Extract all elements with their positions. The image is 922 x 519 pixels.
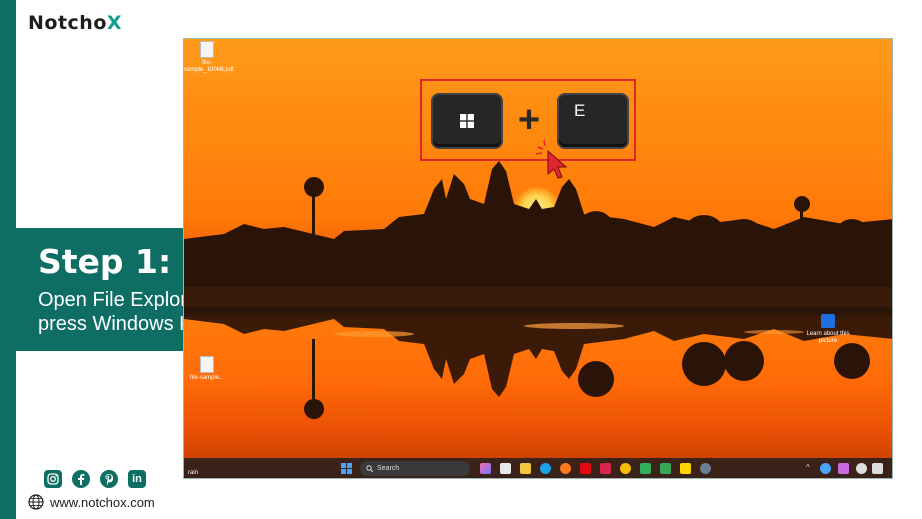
chevron-up-icon[interactable]: ^	[806, 463, 810, 472]
desktop-icon-label: file-sample_100kB.pdf	[184, 60, 234, 73]
search-placeholder: Search	[377, 465, 400, 472]
search-icon	[366, 465, 373, 472]
instagram-icon[interactable]	[44, 470, 62, 488]
volume-icon[interactable]	[872, 463, 883, 474]
netflix-icon[interactable]	[580, 463, 591, 474]
plus-sign: +	[517, 99, 541, 141]
weather-label: rain	[188, 470, 199, 476]
copilot-icon[interactable]	[480, 463, 491, 474]
logo-suffix: X	[106, 12, 123, 34]
microphone-icon[interactable]	[838, 463, 849, 474]
windows-key	[433, 95, 501, 147]
settings-icon[interactable]	[700, 463, 711, 474]
e-key-label: E	[574, 101, 586, 120]
taskbar: Search ^	[184, 458, 892, 478]
chrome-icon[interactable]	[620, 463, 631, 474]
onedrive-icon[interactable]	[820, 463, 831, 474]
logo-prefix: Notcho	[28, 12, 107, 34]
instagram-app-icon[interactable]	[600, 463, 611, 474]
desktop-icon-file[interactable]: file-sample...	[184, 356, 230, 382]
pinterest-icon[interactable]	[100, 470, 118, 488]
desktop-icon-label: file-sample...	[189, 375, 224, 381]
website-link[interactable]: www.notchox.com	[28, 494, 155, 510]
learn-label: Learn about this picture	[806, 331, 850, 344]
desktop-icon-pdf[interactable]: file-sample_100kB.pdf	[184, 41, 234, 74]
sticky-notes-icon[interactable]	[680, 463, 691, 474]
step-title: Step 1:	[38, 242, 172, 281]
wifi-icon[interactable]	[856, 463, 867, 474]
windows-logo-icon	[460, 114, 474, 128]
edge-icon[interactable]	[540, 463, 551, 474]
notchox-logo: NotchoX	[28, 12, 122, 34]
learn-about-picture-icon[interactable]: Learn about this picture	[800, 314, 856, 345]
taskbar-search[interactable]: Search	[360, 461, 470, 476]
store-icon[interactable]	[500, 463, 511, 474]
linkedin-label: in	[132, 473, 142, 485]
social-links: in	[44, 470, 146, 488]
xbox-icon[interactable]	[640, 463, 651, 474]
pdf-file-icon	[200, 41, 214, 58]
info-icon	[821, 314, 835, 328]
app-icon[interactable]	[660, 463, 671, 474]
cursor-pointer-icon	[536, 139, 568, 179]
globe-icon	[28, 494, 44, 510]
file-explorer-icon[interactable]	[520, 463, 531, 474]
start-button-icon[interactable]	[341, 463, 352, 474]
windows-desktop-screenshot: file-sample_100kB.pdf file-sample... + E…	[183, 38, 893, 479]
file-icon	[200, 356, 214, 373]
website-url: www.notchox.com	[50, 494, 155, 510]
linkedin-icon[interactable]: in	[128, 470, 146, 488]
left-accent-stripe	[0, 0, 16, 519]
firefox-icon[interactable]	[560, 463, 571, 474]
facebook-icon[interactable]	[72, 470, 90, 488]
